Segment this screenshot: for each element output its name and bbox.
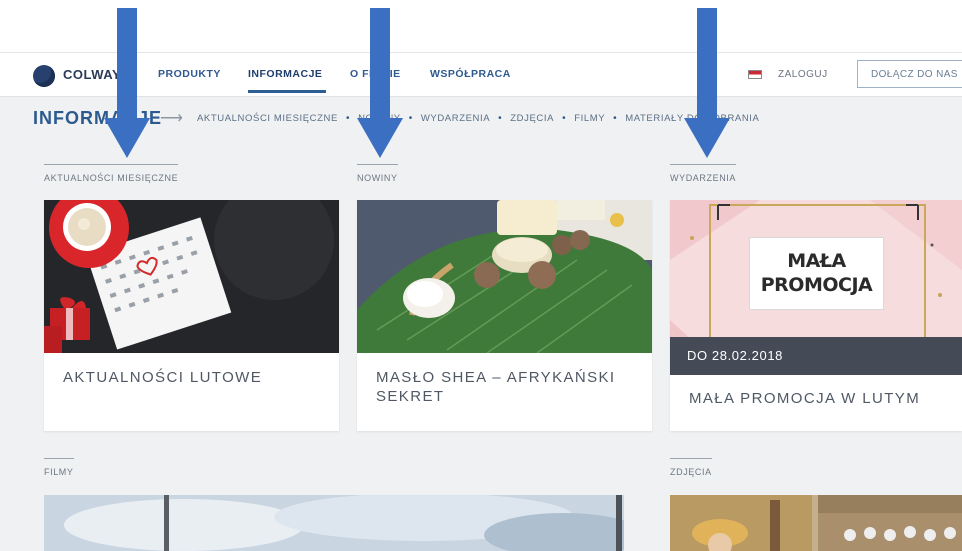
nav-item-informacje[interactable]: INFORMACJE (248, 68, 322, 80)
film-thumbnail[interactable] (44, 495, 624, 551)
coffee-calendar-image (44, 200, 339, 353)
polish-flag-icon[interactable] (748, 70, 762, 79)
colway-logo-icon[interactable] (33, 65, 55, 87)
crumb-monthly[interactable]: AKTUALNOŚCI MIESIĘCZNE (197, 113, 338, 124)
card-title[interactable]: MASŁO SHEA – AFRYKAŃSKI SEKRET (376, 368, 636, 406)
monthly-news-card[interactable]: AKTUALNOŚCI LUTOWE (44, 200, 339, 431)
promo-banner-image: MAŁA PROMOCJA DO 28.02.2018 (670, 200, 962, 375)
crumb-photos[interactable]: ZDJĘCIA (510, 113, 554, 124)
nav-item-wspolpraca[interactable]: WSPÓŁPRACA (430, 68, 511, 80)
news-card[interactable]: MASŁO SHEA – AFRYKAŃSKI SEKRET (357, 200, 652, 431)
join-button[interactable]: DOŁĄCZ DO NAS (857, 60, 962, 88)
crumb-films[interactable]: FILMY (574, 113, 605, 124)
arrow-right-icon: ⟶ (160, 110, 183, 127)
login-link[interactable]: ZALOGUJ (778, 69, 828, 80)
promo-box: MAŁA PROMOCJA (749, 237, 884, 310)
bullet-icon: • (613, 113, 618, 124)
bullet-icon: • (408, 113, 413, 124)
card-title[interactable]: MAŁA PROMOCJA W LUTYM (689, 389, 949, 408)
shea-butter-image (357, 200, 652, 353)
bullet-icon: • (345, 113, 351, 124)
bullet-icon: • (498, 113, 503, 124)
nav-item-produkty[interactable]: PRODUKTY (158, 68, 221, 80)
annotation-arrow-down-icon (104, 8, 150, 158)
section-label-news: NOWINY (357, 164, 398, 183)
section-label-photos: ZDJĘCIA (670, 458, 712, 477)
events-card[interactable]: MAŁA PROMOCJA DO 28.02.2018 MAŁA PROMOCJ… (670, 200, 962, 431)
annotation-arrow-down-icon (357, 8, 403, 158)
bullet-icon: • (562, 113, 567, 124)
crumb-events[interactable]: WYDARZENIA (421, 113, 490, 124)
breadcrumb: AKTUALNOŚCI MIESIĘCZNE•NOWINY•WYDARZENIA… (197, 113, 759, 124)
photos-thumbnail[interactable] (670, 495, 962, 551)
annotation-arrow-down-icon (684, 8, 730, 158)
card-title[interactable]: AKTUALNOŚCI LUTOWE (63, 368, 323, 387)
section-label-events: WYDARZENIA (670, 164, 737, 183)
promo-line-2: PROMOCJA (760, 274, 873, 296)
promo-line-1: MAŁA (787, 250, 846, 272)
section-label-monthly: AKTUALNOŚCI MIESIĘCZNE (44, 164, 179, 183)
promo-date: DO 28.02.2018 (670, 337, 962, 375)
active-nav-indicator (248, 90, 326, 93)
section-label-films: FILMY (44, 458, 74, 477)
